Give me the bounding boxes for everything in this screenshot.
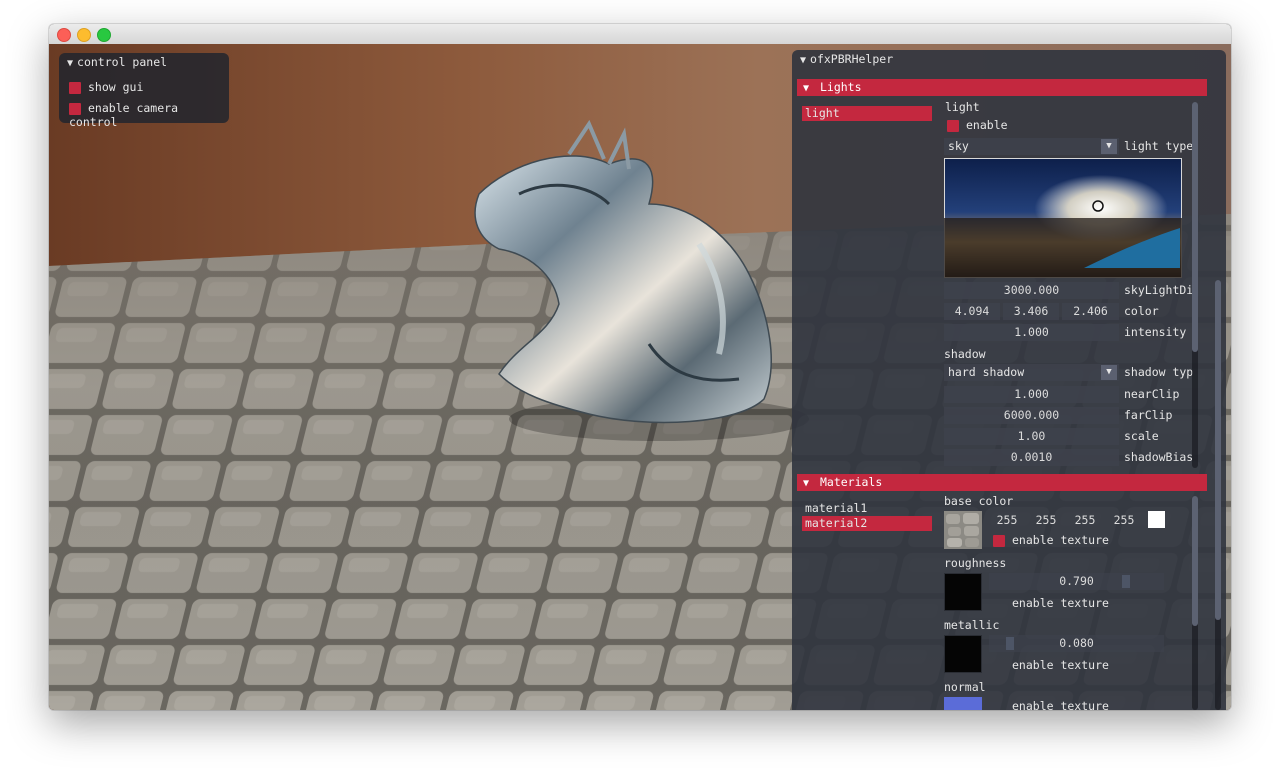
base-color-enable-texture-checkbox[interactable]: enable texture [993,533,1109,547]
base-color-texture-thumbnail[interactable] [944,511,982,549]
materials-scrollbar-thumb[interactable] [1192,496,1198,626]
panel-scrollbar-thumb[interactable] [1215,280,1221,620]
normal-label: normal [944,680,986,694]
lights-scrollbar[interactable] [1192,102,1198,468]
shadow-type-label: shadow typ [1124,365,1194,379]
roughness-slider-grab[interactable] [1122,575,1130,588]
metallic-enable-texture-label[interactable]: enable texture [1012,658,1109,672]
intensity-label: intensity [1124,325,1187,339]
app-window: ▼ control panel show gui enable camera co… [49,24,1231,710]
normal-enable-texture-label[interactable]: enable texture [1012,699,1109,710]
sky-light-distance-field[interactable]: 3000.000 [944,282,1119,299]
close-window-button[interactable] [57,28,71,42]
base-color-a-field[interactable]: 255 [1106,512,1142,529]
chevron-down-icon[interactable]: ▼ [1101,139,1117,154]
intensity-field[interactable]: 1.000 [944,324,1119,341]
checkbox-checked-icon[interactable] [947,119,959,132]
maximize-window-button[interactable] [97,28,111,42]
show-gui-checkbox[interactable]: show gui [69,80,143,94]
base-color-b-field[interactable]: 255 [1067,512,1103,529]
roughness-enable-texture-label[interactable]: enable texture [1012,596,1109,610]
roughness-label: roughness [944,556,1007,570]
control-panel-header[interactable]: ▼ control panel [59,53,229,71]
light-group-label: light [945,100,980,114]
pbr-helper-title: ofxPBRHelper [810,52,894,66]
materials-scrollbar[interactable] [1192,496,1198,710]
metallic-texture-thumbnail[interactable] [944,635,982,673]
light-type-dropdown[interactable]: sky ▼ [944,138,1119,155]
title-bar [49,24,1231,45]
metallic-label: metallic [944,618,1000,632]
color-b-field[interactable]: 2.406 [1062,303,1119,320]
checkbox-checked-icon[interactable] [69,102,81,115]
shadow-type-value: hard shadow [948,365,1025,379]
shadow-section-label: shadow [944,347,986,361]
metallic-value: 0.080 [1059,636,1094,650]
collapse-triangle-icon[interactable]: ▼ [803,83,809,94]
far-clip-label: farClip [1124,408,1173,422]
metallic-slider-grab[interactable] [1006,637,1014,650]
enable-texture-label: enable texture [1012,533,1109,547]
materials-header-label: Materials [819,475,883,489]
panel-scrollbar[interactable] [1215,280,1221,710]
checkbox-checked-icon[interactable] [993,534,1005,547]
sky-light-distance-label: skyLightDi [1124,283,1194,297]
lights-section-header[interactable]: ▼ Lights [797,79,1207,96]
base-color-r-field[interactable]: 255 [989,512,1025,529]
shadow-bias-label: shadowBias [1124,450,1194,464]
scale-label: scale [1124,429,1159,443]
lights-header-label: Lights [819,80,862,94]
roughness-value: 0.790 [1059,574,1094,588]
material1-list-item[interactable]: material1 [802,501,932,516]
control-panel-title: control panel [77,55,168,69]
collapse-triangle-icon[interactable]: ▼ [803,478,809,489]
pbr-helper-panel: ▼ ofxPBRHelper ▼ Lights light light enabl… [792,50,1226,710]
3d-viewport[interactable]: ▼ control panel show gui enable camera co… [49,44,1231,710]
chevron-down-icon[interactable]: ▼ [1101,365,1117,380]
lights-scrollbar-thumb[interactable] [1192,102,1198,352]
light-list-item[interactable]: light [802,106,932,121]
normal-texture-thumbnail[interactable] [944,697,982,710]
minimize-window-button[interactable] [77,28,91,42]
near-clip-field[interactable]: 1.000 [944,386,1119,403]
show-gui-label: show gui [88,80,144,94]
light-type-value: sky [948,139,969,153]
metallic-slider[interactable]: 0.080 [989,635,1164,652]
light-type-label: light type [1124,139,1194,153]
color-r-field[interactable]: 4.094 [944,303,1000,320]
collapse-triangle-icon[interactable]: ▼ [67,58,73,69]
base-color-label: base color [944,494,1014,508]
base-color-g-field[interactable]: 255 [1028,512,1064,529]
roughness-slider[interactable]: 0.790 [989,573,1164,590]
material2-list-item[interactable]: material2 [802,516,932,531]
sky-environment-preview[interactable] [944,158,1182,278]
base-color-swatch[interactable] [1148,511,1165,528]
scale-field[interactable]: 1.00 [944,428,1119,445]
enable-camera-control-checkbox[interactable]: enable camera control [69,101,229,129]
control-panel: ▼ control panel show gui enable camera co… [59,53,229,129]
shadow-bias-field[interactable]: 0.0010 [944,449,1119,466]
collapse-triangle-icon[interactable]: ▼ [800,55,806,66]
roughness-texture-thumbnail[interactable] [944,573,982,611]
shadow-type-dropdown[interactable]: hard shadow ▼ [944,364,1119,381]
far-clip-field[interactable]: 6000.000 [944,407,1119,424]
materials-section-header[interactable]: ▼ Materials [797,474,1207,491]
light-enable-checkbox[interactable]: enable [947,118,1008,132]
color-g-field[interactable]: 3.406 [1003,303,1059,320]
pbr-helper-header[interactable]: ▼ ofxPBRHelper [792,50,1226,68]
enable-label: enable [966,118,1008,132]
near-clip-label: nearClip [1124,387,1180,401]
checkbox-checked-icon[interactable] [69,81,81,94]
color-label: color [1124,304,1159,318]
